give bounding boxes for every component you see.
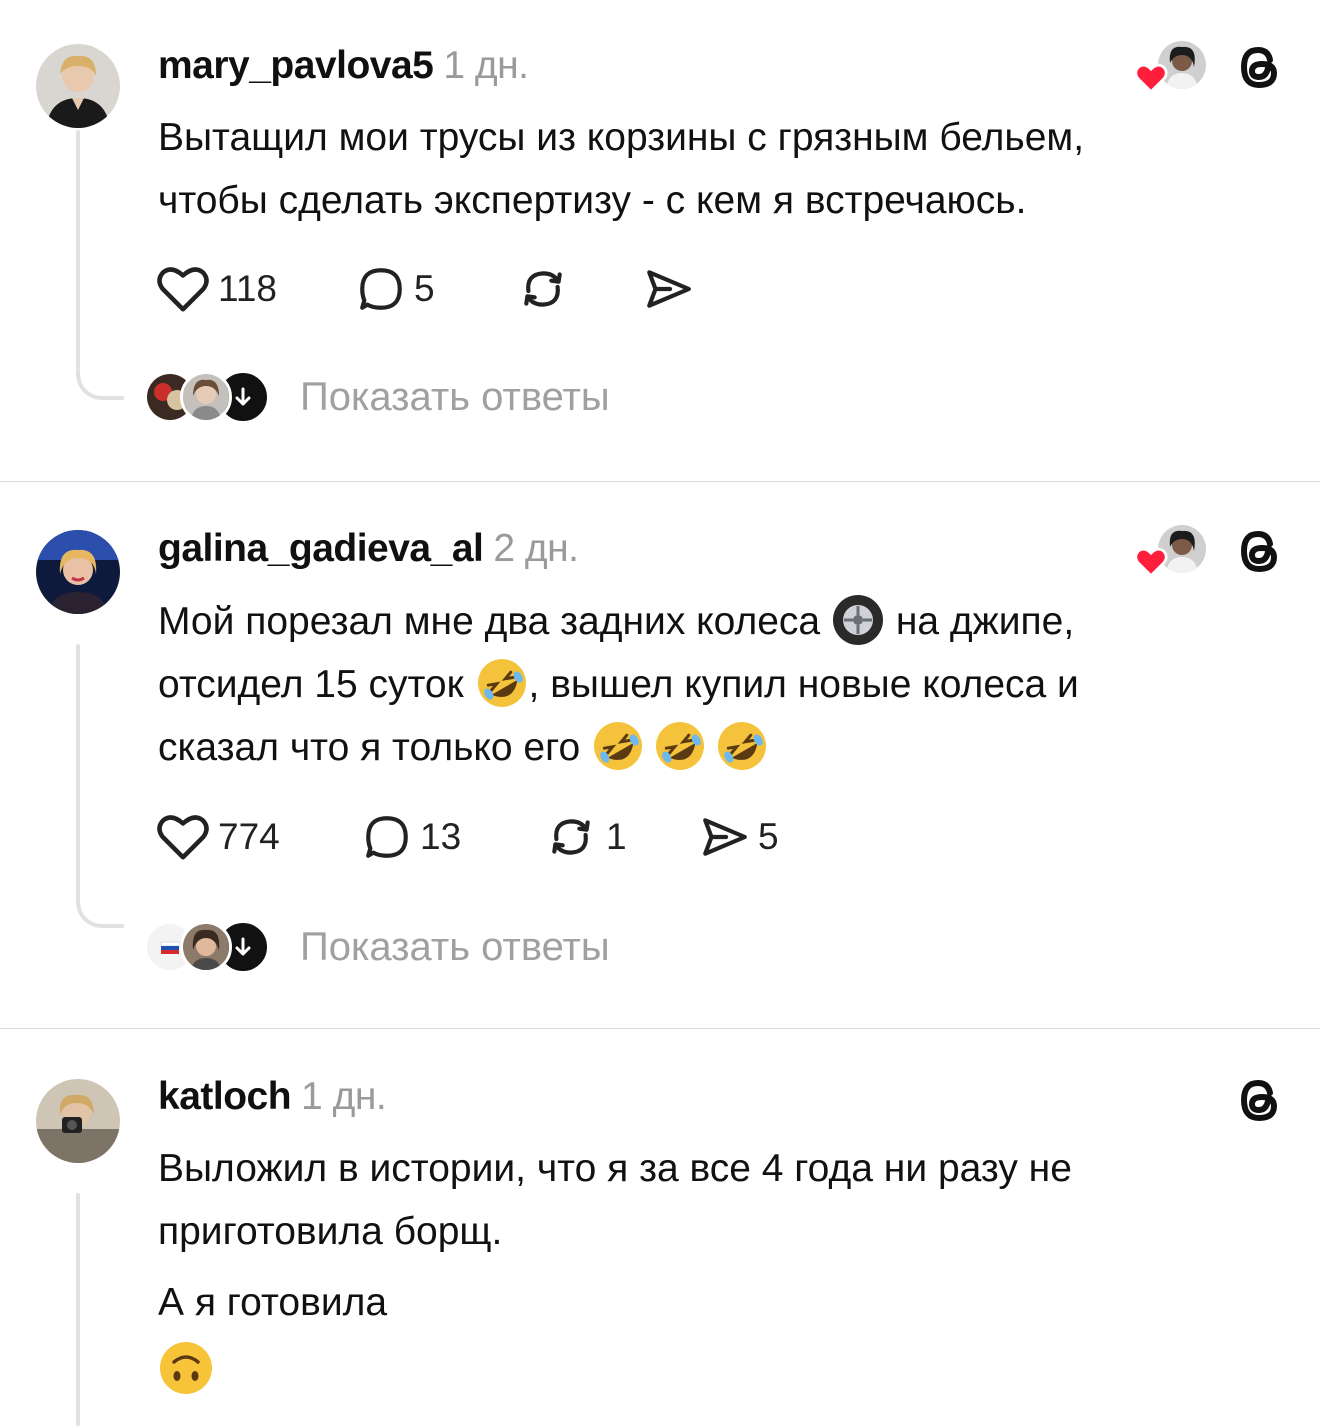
liked-by-author-badge <box>1134 525 1206 577</box>
threads-logo-icon[interactable] <box>1234 40 1284 94</box>
post-actions: 774 13 1 5 <box>156 812 779 862</box>
replier-avatar <box>180 921 232 973</box>
post-text-fragment: отсидел 15 суток <box>158 663 464 706</box>
thread-line <box>76 1193 80 1426</box>
post-time: 2 дн. <box>493 527 579 570</box>
post-top-right <box>1134 40 1284 94</box>
username-text[interactable]: galina_gadieva_al <box>158 527 484 570</box>
wheel-emoji <box>832 594 883 645</box>
post-text-line <box>158 1338 1278 1401</box>
like-button[interactable]: 118 <box>156 264 356 314</box>
share-button[interactable]: 5 <box>698 812 779 862</box>
comment-count: 5 <box>414 268 435 309</box>
post-text: Мой порезал мне два задних колеса на джи… <box>158 590 1278 779</box>
post-text-fragment: сказал что я только его <box>158 726 581 769</box>
share-button[interactable] <box>642 264 694 314</box>
post-mary-pavlova5: mary_pavlova5 1 дн. Вытащил мои трусы из … <box>0 0 1320 480</box>
comment-bubble-icon <box>366 816 408 858</box>
username[interactable]: galina_gadieva_al 2 дн. <box>158 527 579 571</box>
thread-line <box>76 644 80 900</box>
like-count: 118 <box>218 268 277 309</box>
post-text-fragment: , вышел купил новые колеса и <box>528 663 1079 706</box>
thread-line <box>76 130 80 370</box>
post-text-line: чтобы сделать экспертизу - с кем я встре… <box>158 179 1027 222</box>
username-text[interactable]: mary_pavlova5 <box>158 44 434 87</box>
avatar[interactable] <box>36 44 120 128</box>
username-text[interactable]: katloch <box>158 1075 292 1118</box>
replier-avatar <box>180 371 232 423</box>
comment-count: 13 <box>420 816 462 857</box>
post-katloch: katloch 1 дн. Выложил в истории, что я за… <box>0 1029 1320 1426</box>
post-text-line: Вытащил мои трусы из корзины с грязным б… <box>158 116 1085 159</box>
heart-filled-icon <box>1134 547 1168 577</box>
username[interactable]: katloch 1 дн. <box>158 1075 387 1119</box>
post-galina-gadieva-al: galina_gadieva_al 2 дн. Мой порезал мне д… <box>0 482 1320 1027</box>
share-count: 5 <box>758 816 779 857</box>
post-text-fragment: на джипе, <box>895 600 1075 643</box>
post-text-line: Выложил в истории, что я за все 4 года н… <box>158 1147 1072 1190</box>
heart-outline-icon <box>157 267 209 312</box>
post-time: 1 дн. <box>443 44 529 87</box>
show-replies[interactable]: Показать ответы <box>144 920 610 974</box>
thread-line-curve <box>76 370 124 400</box>
repost-arrows-icon <box>524 271 562 307</box>
post-text-fragment: Мой порезал мне два задних колеса <box>158 600 821 643</box>
rofl-emoji <box>656 721 705 770</box>
post-actions: 118 5 <box>156 264 694 314</box>
rofl-emoji <box>594 721 643 770</box>
repost-count: 1 <box>606 816 627 857</box>
like-count: 774 <box>218 816 280 857</box>
threads-logo-icon[interactable] <box>1234 524 1284 578</box>
send-paper-plane-icon <box>647 270 691 308</box>
rofl-emoji <box>477 658 526 707</box>
post-text-line: приготовила борщ. <box>158 1210 503 1253</box>
heart-outline-icon <box>157 815 209 860</box>
post-text-line: Мой порезал мне два задних колеса на джи… <box>158 590 1278 653</box>
threads-logo-icon[interactable] <box>1234 1073 1284 1127</box>
comment-button[interactable]: 5 <box>356 264 516 314</box>
post-top-right <box>1234 1073 1284 1127</box>
avatar[interactable] <box>36 1079 120 1163</box>
comment-button[interactable]: 13 <box>362 812 544 862</box>
upside-down-face-emoji <box>160 1341 212 1394</box>
repost-button[interactable] <box>516 264 642 314</box>
like-button[interactable]: 774 <box>156 812 362 862</box>
show-replies-label[interactable]: Показать ответы <box>300 925 610 970</box>
post-text: Вытащил мои трусы из корзины с грязным б… <box>158 106 1278 232</box>
send-paper-plane-icon <box>703 818 747 856</box>
comment-bubble-icon <box>360 268 402 310</box>
thread-line-curve <box>76 898 124 928</box>
post-text: Выложил в истории, что я за все 4 года н… <box>158 1137 1278 1401</box>
post-text-line: отсидел 15 суток , вышел купил новые кол… <box>158 653 1278 716</box>
liked-by-author-badge <box>1134 41 1206 93</box>
post-text-line: А я готовила <box>158 1281 388 1324</box>
post-text-line: сказал что я только его <box>158 716 1278 779</box>
repost-arrows-icon <box>552 819 590 855</box>
username[interactable]: mary_pavlova5 1 дн. <box>158 44 529 88</box>
avatar[interactable] <box>36 530 120 614</box>
repost-button[interactable]: 1 <box>544 812 698 862</box>
post-time: 1 дн. <box>301 1075 387 1118</box>
show-replies-label[interactable]: Показать ответы <box>300 375 610 420</box>
post-top-right <box>1134 524 1284 578</box>
show-replies[interactable]: Показать ответы <box>144 370 610 424</box>
heart-filled-icon <box>1134 63 1168 93</box>
rofl-emoji <box>718 721 767 770</box>
